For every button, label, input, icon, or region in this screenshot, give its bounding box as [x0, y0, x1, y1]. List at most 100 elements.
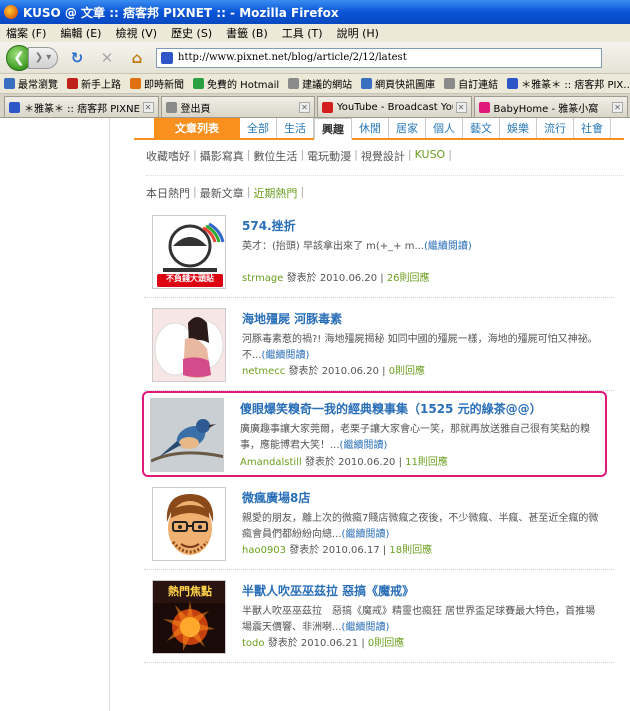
bookmark-label: 網頁快訊圖庫 — [375, 80, 436, 91]
bookmark-item[interactable]: 自訂連結 — [444, 76, 498, 91]
bookmark-item[interactable]: 建議的網站 — [288, 76, 352, 91]
post-thumbnail[interactable]: 不負錢大頭貼 — [152, 215, 226, 289]
category-tab[interactable]: 生活 — [277, 118, 314, 138]
post-thumbnail[interactable]: 熱門焦點 — [152, 580, 226, 654]
browser-tab[interactable]: YouTube - Broadcast Yourse…✕ — [317, 96, 472, 117]
bookmark-label: 即時新聞 — [144, 80, 184, 91]
subcategory-link[interactable]: 攝影寫真 — [200, 148, 247, 164]
post-title-link[interactable]: 574.挫折 — [242, 217, 296, 234]
replies-link[interactable]: 0則回應 — [368, 638, 404, 649]
menu-file[interactable]: 檔案 (F) — [6, 25, 46, 41]
post-title-link[interactable]: 海地殭屍 河豚毒素 — [242, 310, 342, 327]
browser-tab[interactable]: ＊雅篆＊ :: 痞客邦 PIXNET ::✕ — [4, 96, 159, 117]
bookmark-item[interactable]: 新手上路 — [67, 76, 121, 91]
bookmark-item[interactable]: 網頁快訊圖庫 — [361, 76, 435, 91]
bookmarks-toolbar: 最常瀏覽 新手上路 即時新聞 免費的 Hotmail 建議的網站 網頁快訊圖庫 自訂連結 ＊雅… — [0, 74, 630, 94]
author-link[interactable]: Amandalstill — [240, 457, 302, 468]
read-more-link[interactable]: (繼續閱讀) — [340, 440, 388, 451]
category-tab[interactable]: 流行 — [537, 118, 574, 138]
post-excerpt-text: 親愛的朋友，離上次的微瘋7賤店微瘋之夜後，不少微瘋、半瘋、甚至近全瘋的微瘋會員們… — [242, 513, 599, 540]
post-excerpt: 英才：(抬頭) 早該拿出來了 m(+_+ m...(繼續閱讀) — [242, 239, 602, 255]
category-tab[interactable]: 興趣 — [314, 118, 352, 140]
tab-favicon-icon — [322, 101, 333, 113]
separator: | — [193, 185, 197, 198]
bookmark-item[interactable]: 免費的 Hotmail — [193, 76, 279, 91]
article-list-page: 文章列表 全部 生活 興趣 休閒 居家 個人 藝文 娛樂 流行 社會 收藏嗜好 | 攝影寫真 | 數位生活… — [134, 118, 624, 663]
bookmark-icon — [4, 78, 15, 89]
post-title-link[interactable]: 傻眼爆笑糗奇一我的經典糗事集（1525 元的綠茶@@） — [240, 400, 542, 417]
reload-button[interactable]: ↻ — [66, 47, 88, 69]
post-thumbnail[interactable] — [150, 398, 224, 472]
menu-help[interactable]: 說明 (H) — [337, 25, 379, 41]
bookmark-icon — [361, 78, 373, 89]
bookmark-label: 建議的網站 — [302, 80, 353, 91]
post-thumbnail[interactable] — [152, 308, 226, 382]
post-excerpt-text: 英才：(抬頭) 早該拿出來了 m(+_+ m... — [242, 241, 425, 252]
url-bar[interactable]: http://www.pixnet.net/blog/article/2/12/… — [156, 47, 602, 68]
category-tab[interactable]: 社會 — [574, 118, 611, 138]
replies-link[interactable]: 11則回應 — [405, 457, 448, 468]
subcategory-link[interactable]: 電玩動漫 — [307, 148, 354, 164]
tab-favicon-icon — [165, 101, 177, 113]
category-heading: 文章列表 — [154, 118, 240, 138]
subcategory-link[interactable]: 數位生活 — [253, 148, 300, 164]
menu-history[interactable]: 歷史 (S) — [171, 25, 212, 41]
sort-link[interactable]: 最新文章 — [200, 185, 247, 200]
browser-tab[interactable]: BabyHome - 雅篆小窩 ✕ — [473, 96, 628, 117]
author-link[interactable]: netmecc — [242, 366, 285, 377]
author-link[interactable]: hao0903 — [242, 545, 286, 556]
read-more-link[interactable]: (繼續閱讀) — [342, 622, 390, 633]
menu-view[interactable]: 檢視 (V) — [115, 25, 157, 41]
author-link[interactable]: todo — [242, 638, 265, 649]
read-more-link[interactable]: (繼續閱讀) — [342, 529, 390, 540]
category-tab[interactable]: 個人 — [426, 118, 463, 138]
post-item: 微瘋廣場8店親愛的朋友，離上次的微瘋7賤店微瘋之夜後，不少微瘋、半瘋、甚至近全瘋… — [144, 477, 614, 570]
close-icon[interactable]: ✕ — [142, 101, 154, 113]
category-tab[interactable]: 娛樂 — [500, 118, 537, 138]
tab-label: ＊雅篆＊ :: 痞客邦 PIXNET :: — [24, 103, 140, 115]
read-more-link[interactable]: (繼續閱讀) — [424, 241, 472, 252]
highlighted-post: 傻眼爆笑糗奇一我的經典糗事集（1525 元的綠茶@@） 廣廣趣事讓大家莞爾，老栗子… — [142, 391, 607, 477]
menu-bookmarks[interactable]: 書籤 (B) — [226, 25, 268, 41]
stop-icon: ✕ — [100, 48, 114, 67]
browser-tab[interactable]: 登出頁 ✕ — [160, 96, 315, 117]
close-icon[interactable]: ✕ — [612, 101, 623, 113]
menu-edit[interactable]: 編輯 (E) — [60, 25, 101, 41]
subcategory-link[interactable]: 視覺設計 — [361, 148, 408, 164]
window-title: KUSO @ 文章 :: 痞客邦 PIXNET :: - Mozilla Fir… — [23, 5, 339, 20]
replies-link[interactable]: 26則回應 — [387, 273, 430, 284]
stop-button[interactable]: ✕ — [96, 47, 118, 69]
category-tab[interactable]: 休閒 — [352, 118, 389, 138]
separator: | — [377, 273, 387, 284]
forward-button[interactable]: ❯ ▾ — [28, 46, 58, 69]
replies-link[interactable]: 18則回應 — [389, 545, 432, 556]
close-icon[interactable]: ✕ — [455, 101, 467, 113]
post-excerpt: 親愛的朋友，離上次的微瘋7賤店微瘋之夜後，不少微瘋、半瘋、甚至近全瘋的微瘋會員們… — [242, 511, 602, 543]
bookmark-item[interactable]: 即時新聞 — [130, 76, 184, 91]
window-titlebar: KUSO @ 文章 :: 痞客邦 PIXNET :: - Mozilla Fir… — [0, 0, 630, 24]
post-title-link[interactable]: 半獸人吹巫巫茲拉 惡搞《魔戒》 — [242, 582, 414, 599]
author-link[interactable]: strmage — [242, 273, 283, 284]
thumbnail-caption: 熱門焦點 — [168, 585, 212, 598]
bookmark-item[interactable]: ＊雅篆＊ :: 痞客邦 PIX… — [507, 76, 630, 91]
sort-link[interactable]: 近期熱門 — [253, 185, 300, 200]
category-tab[interactable]: 居家 — [389, 118, 426, 138]
subcategory-link[interactable]: KUSO — [415, 148, 449, 164]
menu-tools[interactable]: 工具 (T) — [282, 25, 323, 41]
bookmark-label: ＊雅篆＊ :: 痞客邦 PIX… — [521, 80, 630, 91]
read-more-link[interactable]: (繼續閱讀) — [262, 350, 310, 361]
bookmark-icon — [444, 78, 456, 89]
subcategory-link[interactable]: 收藏嗜好 — [146, 148, 193, 164]
separator: | — [354, 148, 358, 161]
category-tab[interactable]: 全部 — [240, 118, 277, 138]
left-column — [0, 118, 110, 711]
category-tab[interactable]: 藝文 — [463, 118, 500, 138]
tab-favicon-icon — [9, 101, 20, 113]
post-thumbnail[interactable] — [152, 487, 226, 561]
replies-link[interactable]: 0則回應 — [389, 366, 425, 377]
bookmark-item[interactable]: 最常瀏覽 — [4, 76, 58, 91]
close-icon[interactable]: ✕ — [299, 101, 310, 113]
home-button[interactable]: ⌂ — [126, 47, 148, 69]
post-title-link[interactable]: 微瘋廣場8店 — [242, 489, 310, 506]
sort-link[interactable]: 本日熱門 — [146, 185, 193, 200]
